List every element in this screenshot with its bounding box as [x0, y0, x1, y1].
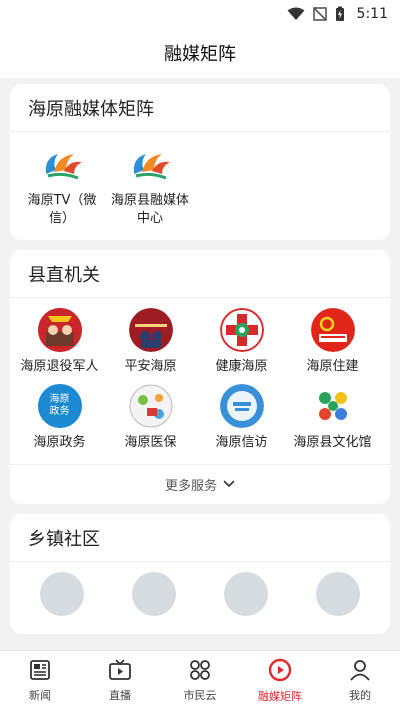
- health-cross-logo-icon: [219, 308, 264, 352]
- wifi-icon: [287, 7, 305, 21]
- tab-citizen-cloud[interactable]: 市民云: [160, 651, 240, 710]
- towns-card: 乡镇社区: [10, 514, 390, 634]
- veterans-logo-icon: [37, 308, 82, 352]
- county-item-medical[interactable]: 海原医保: [105, 384, 196, 452]
- matrix-item-label: 海原县融媒体中心: [110, 193, 189, 226]
- matrix-grid: 海原TV（微信） 海原县融媒体中心: [10, 132, 390, 240]
- no-signal-icon: [312, 7, 327, 21]
- tab-label: 新闻: [29, 688, 51, 702]
- tab-live[interactable]: 直播: [80, 651, 160, 710]
- county-item-ping-an[interactable]: 平安海原: [105, 308, 196, 376]
- county-card: 县直机关 海原退役军人 平安海原 健康海原 海原住建 海原政务 海原政务 海原医…: [10, 250, 390, 504]
- more-services-label: 更多服务: [164, 479, 217, 494]
- town-logo-icon[interactable]: [40, 572, 84, 616]
- ping-an-logo-icon: [128, 308, 173, 352]
- tab-label: 直播: [109, 688, 131, 702]
- matrix-item-county-media-center[interactable]: 海原县融媒体中心: [106, 142, 194, 228]
- matrix-item-haiyuan-tv[interactable]: 海原TV（微信）: [18, 142, 106, 228]
- tab-label: 市民云: [183, 688, 217, 702]
- page-title: 融媒矩阵: [164, 44, 236, 65]
- chevron-down-icon: [223, 477, 235, 492]
- tab-profile[interactable]: 我的: [320, 651, 400, 710]
- county-item-government[interactable]: 海原政务 海原政务: [14, 384, 105, 452]
- county-item-veterans[interactable]: 海原退役军人: [14, 308, 105, 376]
- culture-center-logo-icon: [310, 384, 355, 428]
- county-item-label: 海原政务: [33, 435, 86, 450]
- county-item-housing[interactable]: 海原住建: [287, 308, 378, 376]
- matrix-item-label: 海原TV（微信）: [27, 193, 97, 226]
- grid-cloud-icon: [188, 659, 212, 685]
- play-circle-icon: [268, 658, 292, 686]
- news-icon: [29, 659, 51, 685]
- towns-row: [10, 562, 390, 622]
- section-title-county: 县直机关: [10, 250, 390, 298]
- petition-logo-icon: [219, 384, 264, 428]
- battery-charging-icon: [335, 6, 345, 22]
- county-item-petition[interactable]: 海原信访: [196, 384, 287, 452]
- tab-label: 融媒矩阵: [258, 689, 302, 703]
- county-item-label: 海原信访: [215, 435, 268, 450]
- town-logo-icon[interactable]: [132, 572, 176, 616]
- status-time: 5:11: [356, 6, 388, 22]
- section-title-matrix: 海原融媒体矩阵: [10, 84, 390, 132]
- bottom-tab-bar: 新闻 直播 市民云 融媒矩阵 我的: [0, 650, 400, 710]
- housing-party-logo-icon: [310, 308, 355, 352]
- county-item-label: 平安海原: [124, 359, 177, 374]
- section-title-towns: 乡镇社区: [10, 514, 390, 562]
- town-logo-icon[interactable]: [316, 572, 360, 616]
- profile-icon: [349, 659, 371, 685]
- app-header: 融媒矩阵: [0, 28, 400, 78]
- tab-label: 我的: [349, 688, 371, 702]
- county-item-health[interactable]: 健康海原: [196, 308, 287, 376]
- haiyuan-media-logo-icon: [128, 142, 172, 186]
- tab-news[interactable]: 新闻: [0, 651, 80, 710]
- government-logo-icon: 海原政务: [37, 384, 82, 428]
- matrix-card: 海原融媒体矩阵 海原TV（微信） 海原县融媒体中心: [10, 84, 390, 240]
- tv-live-icon: [108, 658, 132, 685]
- content-area[interactable]: 海原融媒体矩阵 海原TV（微信） 海原县融媒体中心 县直机关 海原退役军人 平安…: [0, 78, 400, 650]
- town-logo-icon[interactable]: [224, 572, 268, 616]
- government-logo-text: 海原政务: [49, 394, 70, 417]
- county-item-label: 健康海原: [215, 359, 268, 374]
- more-services-button[interactable]: 更多服务: [10, 464, 390, 504]
- county-item-label: 海原住建: [306, 359, 359, 374]
- medical-insurance-logo-icon: [129, 384, 173, 428]
- haiyuan-media-logo-icon: [40, 142, 84, 186]
- county-item-label: 海原县文化馆: [293, 435, 372, 450]
- county-item-label: 海原医保: [124, 435, 177, 450]
- tab-media-matrix[interactable]: 融媒矩阵: [240, 651, 320, 710]
- status-bar: 5:11: [0, 0, 400, 28]
- county-grid: 海原退役军人 平安海原 健康海原 海原住建 海原政务 海原政务 海原医保 海原信…: [10, 298, 390, 464]
- county-item-culture[interactable]: 海原县文化馆: [287, 384, 378, 452]
- county-item-label: 海原退役军人: [20, 359, 99, 374]
